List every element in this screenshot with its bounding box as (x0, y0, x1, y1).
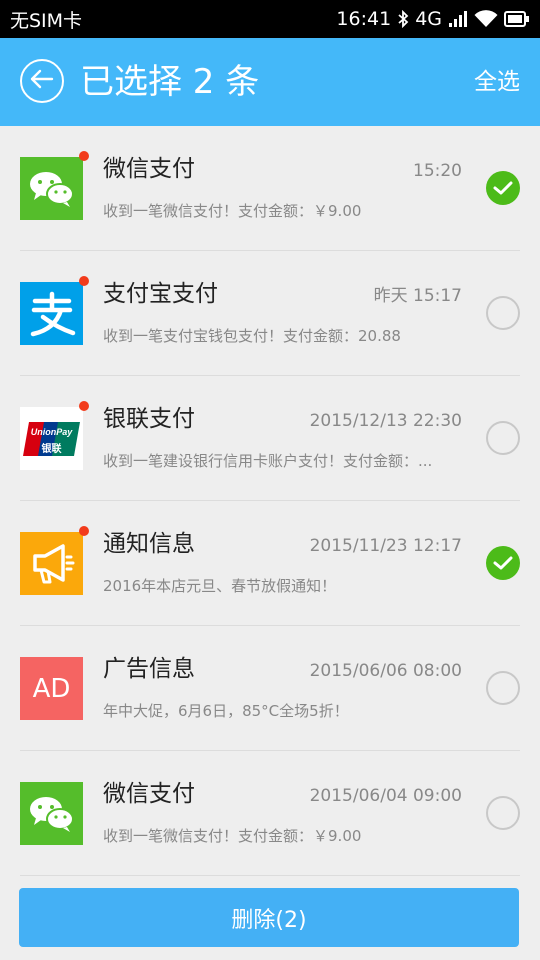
item-title: 微信支付 (103, 156, 195, 182)
item-preview: 2016年本店元旦、春节放假通知！ (103, 577, 337, 595)
item-time: 2015/11/23 12:17 (309, 536, 462, 556)
ad-icon-text: AD (32, 673, 71, 704)
message-list: 微信支付 15:20 收到一笔微信支付！支付金额：￥9.00 支付宝支付 昨天 … (0, 126, 540, 876)
list-item[interactable]: 微信支付 15:20 收到一笔微信支付！支付金额：￥9.00 (20, 126, 520, 251)
unread-dot (79, 151, 89, 161)
clock: 16:41 (336, 8, 392, 30)
item-title: 支付宝支付 (103, 281, 218, 307)
selected-checkbox[interactable] (486, 546, 520, 580)
item-time: 2015/06/06 08:00 (309, 661, 462, 681)
alipay-icon (20, 282, 83, 345)
list-item[interactable]: 通知信息 2015/11/23 12:17 2016年本店元旦、春节放假通知！ (20, 501, 520, 626)
unread-dot (79, 401, 89, 411)
network-type: 4G (415, 8, 442, 30)
item-preview: 年中大促，6月6日，85°C全场5折！ (103, 702, 349, 720)
app-header: 已选择 2 条 全选 (0, 38, 540, 126)
item-time: 15:20 (413, 161, 462, 181)
unread-dot (79, 526, 89, 536)
item-preview: 收到一笔微信支付！支付金额：￥9.00 (103, 827, 362, 845)
bluetooth-icon (397, 10, 409, 28)
unselected-checkbox[interactable] (486, 796, 520, 830)
ad-icon: AD (20, 657, 83, 720)
unselected-checkbox[interactable] (486, 421, 520, 455)
delete-button[interactable]: 删除(2) (19, 888, 519, 947)
list-item[interactable]: AD 广告信息 2015/06/06 08:00 年中大促，6月6日，85°C全… (20, 626, 520, 751)
item-title: 广告信息 (103, 656, 195, 682)
back-button[interactable] (20, 59, 64, 103)
checkmark-icon (493, 181, 513, 195)
item-time: 2015/06/04 09:00 (309, 786, 462, 806)
item-preview: 收到一笔支付宝钱包支付！支付金额：20.88 (103, 327, 401, 345)
list-item[interactable]: 微信支付 2015/06/04 09:00 收到一笔微信支付！支付金额：￥9.0… (20, 751, 520, 876)
unselected-checkbox[interactable] (486, 671, 520, 705)
item-time: 昨天 15:17 (373, 286, 462, 306)
wifi-icon (474, 10, 498, 28)
unread-dot (79, 276, 89, 286)
back-arrow-icon (30, 69, 54, 93)
wechat-icon (20, 782, 83, 845)
page-title: 已选择 2 条 (80, 62, 260, 102)
unionpay-icon: UnionPay 银联 (20, 407, 83, 470)
wechat-icon (20, 157, 83, 220)
unselected-checkbox[interactable] (486, 296, 520, 330)
select-all-button[interactable]: 全选 (474, 66, 520, 98)
unionpay-brand-text: UnionPay (30, 426, 73, 437)
item-time: 2015/12/13 22:30 (309, 411, 462, 431)
item-title: 银联支付 (103, 406, 195, 432)
megaphone-icon (20, 532, 83, 595)
list-item[interactable]: UnionPay 银联 银联支付 2015/12/13 22:30 收到一笔建设… (20, 376, 520, 501)
list-item[interactable]: 支付宝支付 昨天 15:17 收到一笔支付宝钱包支付！支付金额：20.88 (20, 251, 520, 376)
checkmark-icon (493, 556, 513, 570)
status-bar: 无SIM卡 16:41 4G (0, 0, 540, 38)
unionpay-cn-text: 银联 (41, 443, 62, 455)
item-preview: 收到一笔建设银行信用卡账户支付！支付金额：... (103, 452, 433, 470)
battery-icon (504, 10, 530, 28)
item-title: 微信支付 (103, 781, 195, 807)
signal-icon (448, 10, 468, 28)
selected-checkbox[interactable] (486, 171, 520, 205)
item-preview: 收到一笔微信支付！支付金额：￥9.00 (103, 202, 362, 220)
carrier-label: 无SIM卡 (10, 9, 83, 32)
item-title: 通知信息 (103, 531, 195, 557)
